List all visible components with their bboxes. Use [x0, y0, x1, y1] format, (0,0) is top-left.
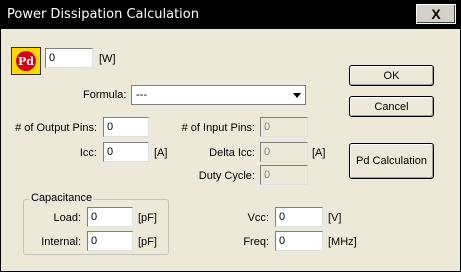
delta-icc-unit-label: [A]: [312, 147, 326, 159]
input-pins-input[interactable]: 0: [260, 117, 308, 137]
load-input[interactable]: 0: [87, 207, 133, 227]
close-icon: X: [431, 6, 441, 22]
formula-select[interactable]: ---: [131, 85, 306, 105]
internal-label: Internal:: [41, 236, 81, 248]
close-button[interactable]: X: [416, 4, 456, 24]
freq-label: Freq:: [243, 236, 269, 248]
chevron-down-icon[interactable]: [293, 93, 301, 98]
internal-input[interactable]: 0: [87, 231, 133, 251]
pd-calculation-button[interactable]: Pd Calculation: [349, 143, 434, 179]
vcc-input[interactable]: 0: [275, 207, 323, 227]
vcc-label: Vcc:: [247, 212, 269, 224]
duty-cycle-input[interactable]: 0: [260, 165, 308, 185]
dialog-window: Power Dissipation Calculation X Pd 0 [W]…: [0, 0, 461, 272]
load-label: Load:: [53, 212, 81, 224]
ok-button[interactable]: OK: [349, 65, 434, 86]
duty-cycle-label: Duty Cycle:: [198, 170, 255, 182]
input-pins-label: # of Input Pins:: [181, 122, 255, 134]
pd-icon: Pd: [11, 47, 41, 75]
vcc-unit-label: [V]: [328, 212, 342, 224]
icc-input[interactable]: 0: [103, 142, 149, 162]
delta-icc-label: Delta Icc:: [209, 147, 255, 159]
icc-unit-label: [A]: [154, 147, 168, 159]
output-pins-input[interactable]: 0: [103, 117, 149, 137]
output-pins-label: # of Output Pins:: [15, 122, 97, 134]
freq-unit-label: [MHz]: [328, 236, 357, 248]
internal-unit-label: [pF]: [138, 236, 157, 248]
freq-input[interactable]: 0: [275, 231, 323, 251]
capacitance-group-title: Capacitance: [29, 192, 95, 204]
delta-icc-input[interactable]: 0: [260, 142, 308, 162]
load-unit-label: [pF]: [138, 212, 157, 224]
formula-selected-value: ---: [136, 89, 147, 101]
power-value-input[interactable]: 0: [45, 48, 93, 68]
formula-label: Formula:: [83, 89, 127, 101]
cancel-button[interactable]: Cancel: [349, 96, 434, 117]
pd-icon-badge: Pd: [16, 51, 36, 71]
window-title: Power Dissipation Calculation: [7, 7, 199, 22]
icc-label: Icc:: [79, 147, 97, 159]
power-unit-label: [W]: [99, 53, 116, 65]
title-bar[interactable]: Power Dissipation Calculation X: [1, 1, 460, 29]
